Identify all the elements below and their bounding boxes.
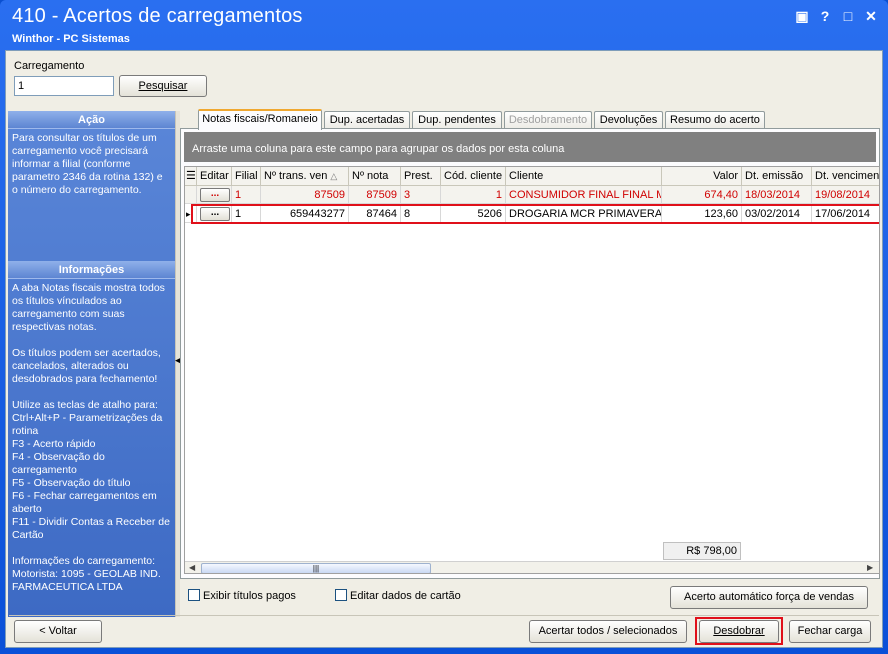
header-trans[interactable]: Nº trans. ven △ xyxy=(261,167,349,186)
horizontal-scrollbar[interactable]: ◀ ||| ▶ xyxy=(185,561,879,573)
scrollbar-thumb[interactable]: ||| xyxy=(201,563,431,573)
cell-cod-cliente: 1 xyxy=(441,186,506,204)
cell-dt-venc: 19/08/2014 xyxy=(812,186,879,204)
header-prest[interactable]: Prest. xyxy=(401,167,441,186)
window-title: 410 - Acertos de carregamentos xyxy=(12,5,303,27)
acao-heading: Ação xyxy=(8,111,175,129)
cell-cliente: CONSUMIDOR FINAL FINAL MES xyxy=(506,186,662,204)
titles-grid: ☰ Editar Filial Nº trans. ven △ Nº nota … xyxy=(184,166,880,574)
help-panel: Ação Para consultar os títulos de um car… xyxy=(8,111,175,617)
maximize-icon[interactable]: □ xyxy=(840,8,856,24)
cell-nota: 87509 xyxy=(349,186,401,204)
client-area: Carregamento Pesquisar Ação Para consult… xyxy=(5,50,883,648)
group-by-area[interactable]: Arraste uma coluna para este campo para … xyxy=(184,132,876,162)
tab-content: Arraste uma coluna para este campo para … xyxy=(180,128,880,579)
header-cod-cliente[interactable]: Cód. cliente xyxy=(441,167,506,186)
sort-asc-icon: △ xyxy=(330,171,338,181)
close-icon[interactable]: ✕ xyxy=(863,8,879,24)
exibir-pagos-label: Exibir títulos pagos xyxy=(203,590,296,602)
pesquisar-button[interactable]: Pesquisar xyxy=(119,75,207,97)
acerto-automatico-button[interactable]: Acerto automático força de vendas xyxy=(670,586,868,609)
highlight-outline xyxy=(191,204,879,224)
cell-dt-emissao: 18/03/2014 xyxy=(742,186,812,204)
restore-icon[interactable]: ▣ xyxy=(794,8,810,24)
cell-prest: 3 xyxy=(401,186,441,204)
header-trans-label: Nº trans. ven xyxy=(264,170,328,182)
help-icon[interactable]: ? xyxy=(817,8,833,24)
header-editar[interactable]: Editar xyxy=(197,167,232,186)
exibir-pagos-checkbox[interactable]: Exibir títulos pagos xyxy=(188,589,296,602)
informacoes-text: A aba Notas fiscais mostra todos os títu… xyxy=(12,282,170,593)
header-dt-emissao[interactable]: Dt. emissão xyxy=(742,167,812,186)
checkbox-box[interactable] xyxy=(335,589,347,601)
fechar-carga-button[interactable]: Fechar carga xyxy=(789,620,871,643)
tab-notas-fiscais[interactable]: Notas fiscais/Romaneio xyxy=(198,109,322,130)
header-cliente[interactable]: Cliente xyxy=(506,167,662,186)
cell-valor: 674,40 xyxy=(662,186,742,204)
acao-text: Para consultar os títulos de um carregam… xyxy=(12,132,166,196)
cell-trans: 87509 xyxy=(261,186,349,204)
edit-row-button[interactable]: ... xyxy=(200,188,230,202)
carregamento-label: Carregamento xyxy=(14,60,85,72)
header-valor[interactable]: Valor xyxy=(662,167,742,186)
checkbox-box[interactable] xyxy=(188,589,200,601)
row-indicator xyxy=(185,186,197,204)
tab-dup-acertadas[interactable]: Dup. acertadas xyxy=(324,111,410,129)
total-valor: R$ 798,00 xyxy=(663,542,741,560)
scroll-left-icon[interactable]: ◀ xyxy=(189,563,195,572)
tab-desdobramento: Desdobramento xyxy=(504,111,592,129)
tab-devolucoes[interactable]: Devoluções xyxy=(594,111,663,129)
header-dt-venc[interactable]: Dt. venciment xyxy=(812,167,879,186)
window-subtitle: Winthor - PC Sistemas xyxy=(12,33,130,45)
carregamento-input[interactable] xyxy=(14,76,114,96)
footer-divider xyxy=(9,615,879,616)
informacoes-heading: Informações xyxy=(8,261,175,279)
tab-resumo-acerto[interactable]: Resumo do acerto xyxy=(665,111,765,129)
tab-dup-pendentes[interactable]: Dup. pendentes xyxy=(412,111,502,129)
header-filial[interactable]: Filial xyxy=(232,167,261,186)
header-nota[interactable]: Nº nota xyxy=(349,167,401,186)
editar-cartao-checkbox[interactable]: Editar dados de cartão xyxy=(335,589,461,602)
app-window: 410 - Acertos de carregamentos Winthor -… xyxy=(0,0,888,654)
cell-filial: 1 xyxy=(232,186,261,204)
voltar-button[interactable]: < Voltar xyxy=(14,620,102,643)
scroll-right-icon[interactable]: ▶ xyxy=(867,563,873,572)
editar-cartao-label: Editar dados de cartão xyxy=(350,590,461,602)
desdobrar-highlight xyxy=(695,617,783,645)
acertar-todos-button[interactable]: Acertar todos / selecionados xyxy=(529,620,687,643)
edit-cell: ... xyxy=(197,186,232,204)
column-chooser-icon[interactable]: ☰ xyxy=(185,167,197,186)
